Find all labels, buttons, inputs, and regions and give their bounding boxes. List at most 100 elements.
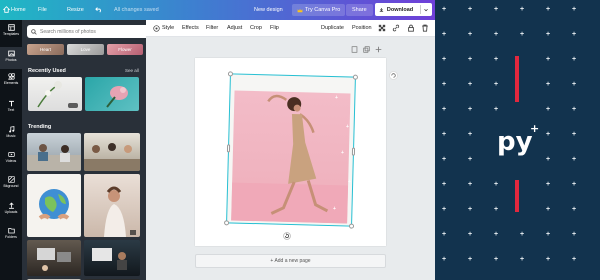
- plus-mark: +: [546, 6, 551, 13]
- sidebar-item-label: Photos: [5, 58, 17, 62]
- refresh-icon[interactable]: [389, 71, 398, 80]
- sidebar-item-templates[interactable]: Templates: [0, 24, 22, 36]
- music-icon: [8, 126, 14, 133]
- trending-photo-6[interactable]: [84, 240, 140, 276]
- recently-used-heading: Recently Used: [28, 68, 66, 74]
- rotate-icon[interactable]: [283, 232, 291, 240]
- sidebar-item-label: Music: [6, 134, 16, 138]
- text-icon: [8, 100, 14, 107]
- file-menu[interactable]: File: [38, 7, 47, 13]
- plus-mark: +: [468, 256, 473, 263]
- plus-mark: +: [494, 181, 499, 188]
- position-button[interactable]: Position: [352, 25, 372, 31]
- copy-page-icon[interactable]: [363, 46, 370, 53]
- plus-mark: +: [546, 31, 551, 38]
- link-icon[interactable]: [392, 24, 400, 32]
- sidebar-item-background[interactable]: Bkground: [0, 176, 22, 188]
- photos-panel: Search millions of photos Heart Love Flo…: [22, 20, 146, 280]
- plus-mark: +: [520, 6, 525, 13]
- home-link[interactable]: Home: [11, 7, 26, 13]
- style-icon: [153, 25, 160, 32]
- sidebar-item-music[interactable]: Music: [0, 126, 22, 138]
- trending-photo-5[interactable]: [27, 240, 81, 276]
- sidebar-item-label: Text: [7, 108, 15, 112]
- top-bar: Home File Resize All changes saved New d…: [0, 0, 435, 20]
- resize-handle-right[interactable]: [351, 147, 356, 156]
- design-page[interactable]: [195, 58, 386, 246]
- plus-mark: +: [333, 206, 336, 212]
- plus-mark: +: [572, 106, 577, 113]
- bouquet-photo: [106, 86, 128, 108]
- canva-editor: Home File Resize All changes saved New d…: [0, 0, 600, 280]
- sidebar-item-uploads[interactable]: Uploads: [0, 202, 22, 214]
- plus-mark: +: [442, 81, 447, 88]
- resize-handle-bl[interactable]: [224, 220, 230, 226]
- sidebar-item-photos[interactable]: Photos: [0, 47, 22, 69]
- plus-mark: +: [442, 131, 447, 138]
- plus-mark: +: [335, 95, 338, 101]
- jumping-woman-photo: [231, 94, 349, 224]
- trending-photo-4[interactable]: [84, 174, 140, 237]
- crop-button[interactable]: Crop: [250, 25, 262, 31]
- lock-icon[interactable]: [407, 24, 415, 32]
- sidebar-item-folders[interactable]: Folders: [0, 227, 22, 239]
- templates-icon: [7, 24, 15, 31]
- style-button[interactable]: Style: [162, 25, 174, 31]
- see-all-link[interactable]: See all: [125, 68, 139, 73]
- plus-mark: +: [442, 181, 447, 188]
- plus-mark: +: [368, 118, 371, 124]
- plus-mark: +: [572, 181, 577, 188]
- trash-icon[interactable]: [421, 24, 429, 32]
- resize-handle-left[interactable]: [226, 144, 231, 153]
- duplicate-button[interactable]: Duplicate: [321, 25, 344, 31]
- try-pro-button[interactable]: Try Canva Pro: [292, 4, 346, 16]
- filter-pill-love[interactable]: Love: [67, 44, 104, 55]
- plus-mark: +: [546, 181, 551, 188]
- background-icon: [7, 176, 15, 183]
- plus-mark: +: [494, 56, 499, 63]
- trending-photo-2[interactable]: [84, 133, 140, 171]
- effects-button[interactable]: Effects: [182, 25, 199, 31]
- recent-photo-bouquet[interactable]: [85, 77, 139, 111]
- add-page-icon[interactable]: [375, 46, 382, 53]
- adjust-button[interactable]: Adjust: [227, 25, 242, 31]
- sidebar-item-elements[interactable]: Elements: [0, 73, 22, 85]
- sidebar-item-label: Uploads: [4, 210, 18, 214]
- videos-icon: [7, 152, 15, 157]
- trending-heading: Trending: [28, 124, 52, 130]
- page-notes-icon[interactable]: [351, 46, 358, 53]
- trending-photo-1[interactable]: [27, 133, 81, 171]
- download-button[interactable]: Download: [375, 3, 432, 16]
- folders-icon: [7, 228, 15, 234]
- desk-photo: [37, 248, 71, 271]
- plus-mark: +: [520, 256, 525, 263]
- resize-handle-br[interactable]: [348, 223, 355, 229]
- chevron-down-icon[interactable]: [424, 8, 428, 12]
- flip-button[interactable]: Flip: [270, 25, 279, 31]
- trending-photo-3[interactable]: [27, 174, 81, 237]
- add-new-page-button[interactable]: + Add a new page: [195, 254, 386, 268]
- plus-mark: +: [494, 206, 499, 213]
- plus-mark: +: [546, 156, 551, 163]
- resize-handle-tl[interactable]: [227, 71, 234, 77]
- resize-handle-tr[interactable]: [352, 74, 358, 80]
- accent-bar-top: [515, 56, 519, 102]
- undo-icon[interactable]: [95, 6, 103, 13]
- filter-pill-heart[interactable]: Heart: [27, 44, 64, 55]
- photo-search-bar[interactable]: Search millions of photos: [27, 25, 146, 38]
- sidebar-item-text[interactable]: Text: [0, 100, 22, 112]
- share-button[interactable]: Share: [346, 4, 373, 16]
- resize-button[interactable]: Resize: [67, 7, 84, 13]
- filter-pill-flower[interactable]: Flower: [107, 44, 143, 55]
- image-toolbar: Style Effects Filter Adjust Crop Flip Du…: [146, 20, 435, 37]
- flower-photo: [37, 81, 78, 108]
- search-input[interactable]: Search millions of photos: [40, 29, 96, 35]
- recent-photo-flowers[interactable]: [28, 77, 82, 111]
- plus-mark: +: [546, 256, 551, 263]
- transparency-icon[interactable]: [378, 24, 386, 32]
- plus-mark: +: [341, 150, 344, 156]
- pill-label: Love: [80, 47, 91, 52]
- sidebar-item-videos[interactable]: Videos: [0, 151, 22, 163]
- new-design-button[interactable]: New design: [254, 7, 283, 13]
- filter-button[interactable]: Filter: [206, 25, 218, 31]
